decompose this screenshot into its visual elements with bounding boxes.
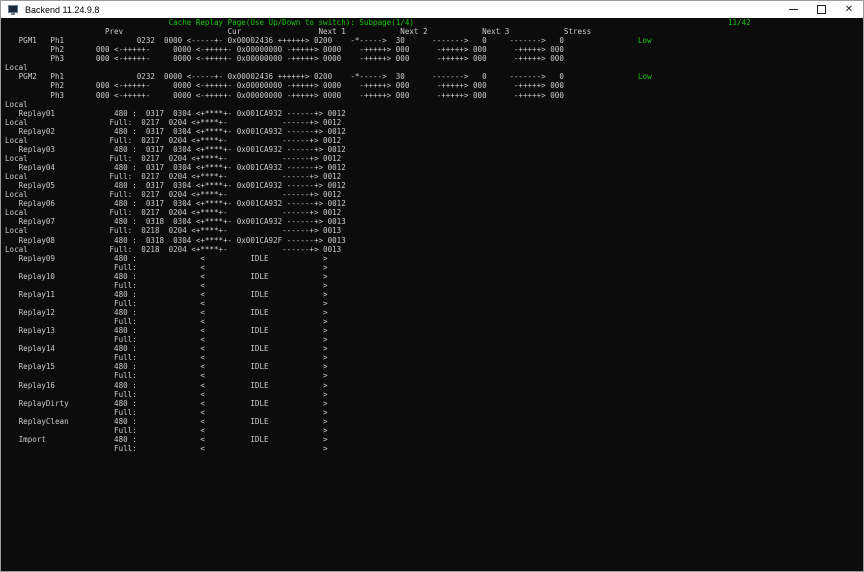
console-line: Local Full: 0217 0204 <+****+- ------+> … <box>5 153 342 163</box>
console-line: PGM1 Ph1 0232 0000 <-----+- 0x00002436 +… <box>5 36 564 46</box>
title-bar[interactable]: Backend 11.24.9.8 ✕ <box>1 1 863 18</box>
console-line: Full: < > <box>5 389 328 399</box>
console-line: Replay01 480 : 0317 0304 <+****+- 0x001C… <box>5 108 346 118</box>
console-line: Import 480 : < IDLE > <box>5 434 328 444</box>
minimize-icon <box>788 9 798 10</box>
console-line: ReplayClean 480 : < IDLE > <box>5 416 328 426</box>
console-line: Replay16 480 : < IDLE > <box>5 380 328 390</box>
console-line: Full: < > <box>5 407 328 417</box>
console-line: Full: < > <box>5 353 328 363</box>
page-header: Cache Replay Page(Use Up/Down to switch)… <box>5 18 414 27</box>
console-line: Replay06 480 : 0317 0304 <+****+- 0x001C… <box>5 199 346 209</box>
console-line: Local <box>5 63 28 73</box>
console-line: Full: < > <box>5 262 328 272</box>
stress-pgm2: Low <box>638 72 652 82</box>
console-line: Replay14 480 : < IDLE > <box>5 344 328 354</box>
page-counter: 11/42 <box>728 18 751 27</box>
console-lines: Prev Cur Next 1 Next 2 Next 3 Stress PGM… <box>5 27 591 453</box>
console-line: Ph3 000 <-+++++- 0000 <-+++++- 0x0000000… <box>5 90 564 100</box>
console-line: Replay15 480 : < IDLE > <box>5 362 328 372</box>
stress-pgm2-layer: Low <box>638 72 652 81</box>
minimize-button[interactable] <box>779 1 807 18</box>
console-line: Prev Cur Next 1 Next 2 Next 3 Stress <box>5 27 592 37</box>
console-line: Local Full: 0217 0204 <+****+- ------+> … <box>5 208 342 218</box>
console-line: Full: < > <box>5 298 328 308</box>
console-app-icon <box>7 4 19 16</box>
console-line: Local Full: 0217 0204 <+****+- ------+> … <box>5 117 342 127</box>
close-button[interactable]: ✕ <box>835 1 863 18</box>
counter-layer: 11/42 <box>728 18 751 27</box>
console-line: Replay10 480 : < IDLE > <box>5 271 328 281</box>
console-line: Local Full: 0217 0204 <+****+- ------+> … <box>5 190 342 200</box>
console-line: Replay12 480 : < IDLE > <box>5 308 328 317</box>
header-layer: Cache Replay Page(Use Up/Down to switch)… <box>5 18 414 27</box>
console-line: Replay04 480 : 0317 0304 <+****+- 0x001C… <box>5 163 346 172</box>
console-window: Backend 11.24.9.8 ✕ Cache Replay Page(Us… <box>0 0 864 572</box>
console-line: Local Full: 0217 0204 <+****+- ------+> … <box>5 135 342 145</box>
console-line: Replay07 480 : 0318 0304 <+****+- 0x001C… <box>5 217 346 227</box>
console-line: Local <box>5 99 28 109</box>
console-line: Replay09 480 : < IDLE > <box>5 253 328 263</box>
console-line: Replay03 480 : 0317 0304 <+****+- 0x001C… <box>5 144 346 154</box>
stress-pgm1: Low <box>638 36 652 46</box>
console-line: Ph2 000 <-+++++- 0000 <-+++++- 0x0000000… <box>5 45 564 55</box>
console-line: Full: < > <box>5 280 328 290</box>
console-line: Replay11 480 : < IDLE > <box>5 289 328 299</box>
console-line: Full: < > <box>5 371 328 381</box>
console-line: Full: < > <box>5 335 328 345</box>
console-line: Ph3 000 <-+++++- 0000 <-+++++- 0x0000000… <box>5 54 564 64</box>
console-line: Local Full: 0217 0204 <+****+- ------+> … <box>5 172 342 182</box>
console-line: PGM2 Ph1 0232 0000 <-----+- 0x00002436 +… <box>5 72 564 82</box>
console-output[interactable]: Cache Replay Page(Use Up/Down to switch)… <box>5 18 861 571</box>
console-line: Full: < > <box>5 425 328 435</box>
window-title: Backend 11.24.9.8 <box>25 4 100 15</box>
console-line: ReplayDirty 480 : < IDLE > <box>5 398 328 408</box>
maximize-icon <box>816 5 826 14</box>
console-line: Replay05 480 : 0317 0304 <+****+- 0x001C… <box>5 181 346 191</box>
console-line: Local Full: 0218 0204 <+****+- ------+> … <box>5 226 342 236</box>
maximize-button[interactable] <box>807 1 835 18</box>
close-icon: ✕ <box>844 4 854 15</box>
console-line: Full: < > <box>5 443 328 453</box>
console-line: Ph2 000 <-+++++- 0000 <-+++++- 0x0000000… <box>5 81 564 91</box>
console-line: Replay08 480 : 0318 0304 <+****+- 0x001C… <box>5 235 346 245</box>
stress-pgm1-layer: Low <box>638 36 652 45</box>
console-line: Replay13 480 : < IDLE > <box>5 326 328 336</box>
console-line: Replay02 480 : 0317 0304 <+****+- 0x001C… <box>5 126 346 136</box>
console-line: Local Full: 0218 0204 <+****+- ------+> … <box>5 244 342 254</box>
console-line: Full: < > <box>5 317 328 327</box>
